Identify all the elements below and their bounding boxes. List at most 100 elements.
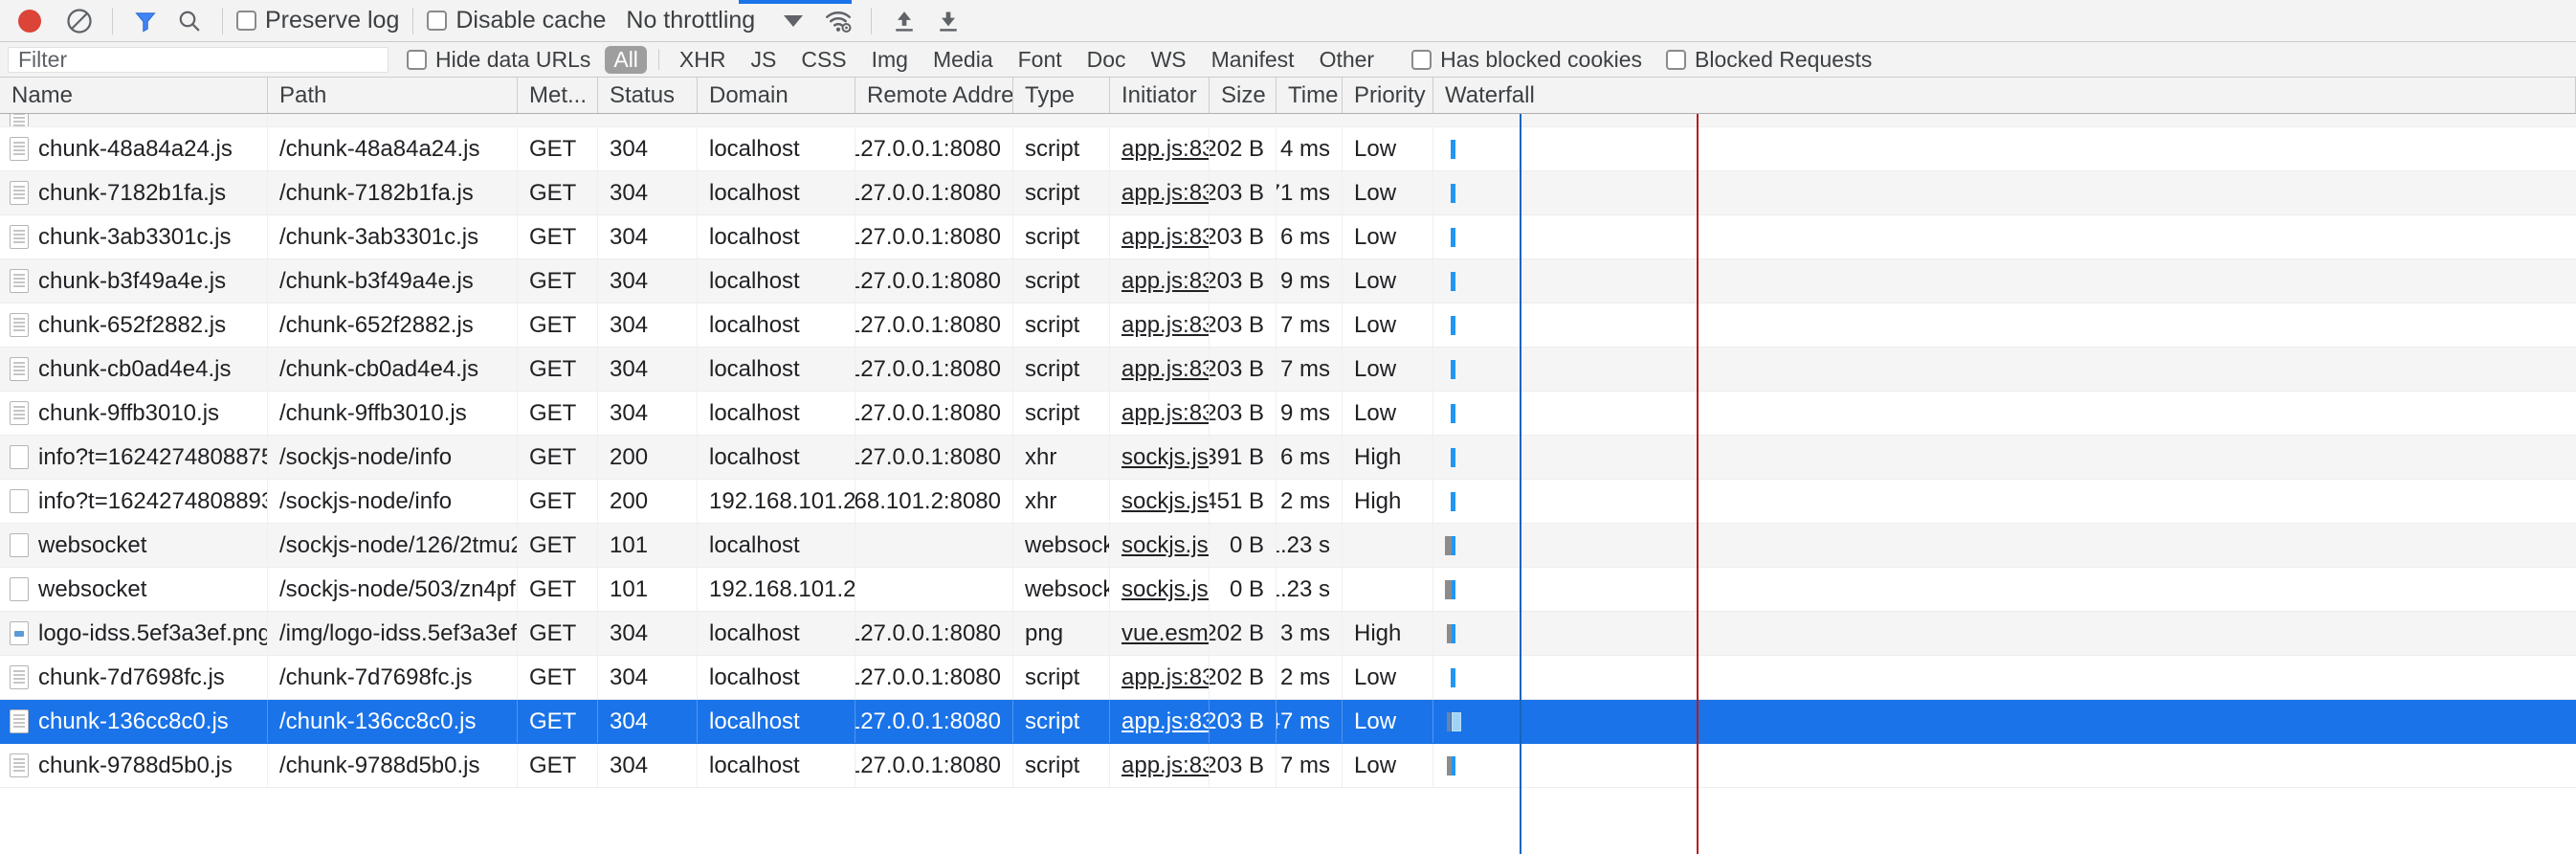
cell-initiator[interactable]: app.js:835: [1110, 215, 1210, 258]
filter-chip-xhr[interactable]: XHR: [671, 46, 735, 74]
cell-waterfall[interactable]: [1433, 656, 2576, 699]
network-conditions-button[interactable]: [822, 5, 855, 37]
cell-initiator[interactable]: sockjs.js?…: [1110, 480, 1210, 523]
table-row[interactable]: chunk-3ab3301c.js/chunk-3ab3301c.js GET 30…: [0, 215, 2576, 259]
column-header-status[interactable]: Status: [598, 78, 698, 113]
cell-initiator[interactable]: app.js:835: [1110, 259, 1210, 303]
blocked-requests-checkbox[interactable]: Blocked Requests: [1666, 48, 1872, 71]
cell-status: 200: [598, 436, 698, 479]
cell-domain: localhost: [698, 127, 855, 170]
cell-waterfall[interactable]: [1433, 480, 2576, 523]
cell-initiator[interactable]: app.js:835: [1110, 171, 1210, 214]
clear-button[interactable]: [63, 5, 96, 37]
cell-initiator[interactable]: app.js:835: [1110, 303, 1210, 347]
cell-path: /chunk-7d7698fc.js: [268, 656, 518, 699]
table-row[interactable]: chunk-cb0ad4e4.js/chunk-cb0ad4e4.js GET 30…: [0, 348, 2576, 392]
table-row[interactable]: chunk-b3f49a4e.js/chunk-b3f49a4e.js GET 30…: [0, 259, 2576, 303]
filter-chip-css[interactable]: CSS: [792, 46, 855, 74]
cell-waterfall[interactable]: [1433, 612, 2576, 655]
column-header-priority[interactable]: Priority: [1343, 78, 1433, 113]
cell-name: chunk-136cc8c0.js: [0, 700, 268, 743]
cell-waterfall[interactable]: [1433, 524, 2576, 567]
cell-initiator[interactable]: app.js:835: [1110, 348, 1210, 391]
filter-chip-manifest[interactable]: Manifest: [1203, 46, 1303, 74]
cell-initiator[interactable]: app.js:835: [1110, 656, 1210, 699]
cell-waterfall[interactable]: [1433, 700, 2576, 743]
filter-chip-js[interactable]: JS: [742, 46, 785, 74]
cell-initiator[interactable]: sockjs.js?…: [1110, 436, 1210, 479]
cell-method: GET: [518, 171, 598, 214]
export-har-button[interactable]: [932, 5, 965, 37]
table-row[interactable]: chunk-9788d5b0.js/chunk-9788d5b0.js GET 30…: [0, 744, 2576, 788]
file-plain-icon: [10, 489, 29, 513]
table-row[interactable]: chunk-7182b1fa.js/chunk-7182b1fa.js GET 30…: [0, 171, 2576, 215]
cell-waterfall[interactable]: [1433, 436, 2576, 479]
hide-data-urls-checkbox[interactable]: Hide data URLs: [407, 48, 590, 71]
cell-initiator[interactable]: vue.esm.j…: [1110, 612, 1210, 655]
cell-initiator[interactable]: app.js:835: [1110, 700, 1210, 743]
cell-waterfall[interactable]: [1433, 303, 2576, 347]
table-row[interactable]: logo-idss.5ef3a3ef.png/img/logo-idss.5ef…: [0, 612, 2576, 656]
table-row-partial[interactable]: [0, 114, 2576, 127]
table-row[interactable]: chunk-136cc8c0.js/chunk-136cc8c0.js GET 30…: [0, 700, 2576, 744]
column-header-path[interactable]: Path: [268, 78, 518, 113]
search-button[interactable]: [173, 5, 206, 37]
cell-time: 3 ms: [1277, 612, 1343, 655]
disable-cache-checkbox[interactable]: Disable cache: [427, 9, 606, 33]
filter-input[interactable]: Filter: [8, 46, 389, 73]
table-row[interactable]: chunk-9ffb3010.js/chunk-9ffb3010.js GET 30…: [0, 392, 2576, 436]
has-blocked-cookies-checkbox[interactable]: Has blocked cookies: [1411, 48, 1642, 71]
filter-chip-media[interactable]: Media: [924, 46, 1002, 74]
record-button[interactable]: [13, 5, 46, 37]
table-row[interactable]: websocket/sockjs-node/126/2tmu2pow/web…G…: [0, 524, 2576, 568]
column-header-domain[interactable]: Domain: [698, 78, 855, 113]
column-header-met[interactable]: Met...: [518, 78, 598, 113]
table-row[interactable]: chunk-48a84a24.js/chunk-48a84a24.js GET 30…: [0, 127, 2576, 171]
chevron-down-icon[interactable]: [784, 14, 804, 27]
filter-chip-all[interactable]: All: [605, 45, 647, 74]
column-header-waterfall[interactable]: Waterfall: [1433, 78, 2576, 113]
cell-waterfall[interactable]: [1433, 392, 2576, 435]
table-row[interactable]: chunk-7d7698fc.js/chunk-7d7698fc.js GET 30…: [0, 656, 2576, 700]
cell-size: 203 B: [1210, 259, 1277, 303]
cell-waterfall[interactable]: [1433, 744, 2576, 787]
filter-button[interactable]: [129, 5, 162, 37]
table-row[interactable]: chunk-652f2882.js/chunk-652f2882.js GET 30…: [0, 303, 2576, 348]
cell-initiator[interactable]: app.js:835: [1110, 127, 1210, 170]
preserve-log-checkbox[interactable]: Preserve log: [236, 9, 399, 33]
table-row[interactable]: info?t=1624274808893/sockjs-node/info GET…: [0, 480, 2576, 524]
cell-waterfall[interactable]: [1433, 348, 2576, 391]
waterfall-bar-download: [1451, 184, 1455, 203]
cell-size: 451 B: [1210, 480, 1277, 523]
cell-priority: Low: [1343, 215, 1433, 258]
cell-waterfall[interactable]: [1433, 259, 2576, 303]
cell-path: /chunk-3ab3301c.js: [268, 215, 518, 258]
table-row[interactable]: websocket/sockjs-node/503/zn4pfc5w/webs……: [0, 568, 2576, 612]
import-har-button[interactable]: [888, 5, 921, 37]
filter-chip-font[interactable]: Font: [1010, 46, 1071, 74]
throttling-select[interactable]: No throttling: [626, 7, 755, 34]
filter-chip-other[interactable]: Other: [1311, 46, 1384, 74]
column-header-type[interactable]: Type: [1013, 78, 1110, 113]
blocked-requests-box: [1666, 49, 1687, 70]
cell-waterfall[interactable]: [1433, 127, 2576, 170]
table-row[interactable]: info?t=1624274808875/sockjs-node/info GET…: [0, 436, 2576, 480]
cell-initiator[interactable]: app.js:835: [1110, 392, 1210, 435]
column-header-name[interactable]: Name: [0, 78, 268, 113]
column-header-time[interactable]: Time: [1277, 78, 1343, 113]
cell-method: GET: [518, 436, 598, 479]
column-header-remote-address[interactable]: Remote Address: [855, 78, 1013, 113]
filter-chip-doc[interactable]: Doc: [1078, 46, 1135, 74]
cell-initiator[interactable]: app.js:835: [1110, 744, 1210, 787]
cell-waterfall[interactable]: [1433, 171, 2576, 214]
column-header-size[interactable]: Size: [1210, 78, 1277, 113]
filter-chip-ws[interactable]: WS: [1143, 46, 1195, 74]
cell-waterfall[interactable]: [1433, 568, 2576, 611]
filter-chip-img[interactable]: Img: [863, 46, 917, 74]
cell-initiator[interactable]: sockjs.js?…: [1110, 524, 1210, 567]
request-name: websocket: [38, 575, 147, 602]
cell-initiator[interactable]: sockjs.js?…: [1110, 568, 1210, 611]
cell-waterfall[interactable]: [1433, 215, 2576, 258]
column-header-initiator[interactable]: Initiator: [1110, 78, 1210, 113]
cell-size: 391 B: [1210, 436, 1277, 479]
